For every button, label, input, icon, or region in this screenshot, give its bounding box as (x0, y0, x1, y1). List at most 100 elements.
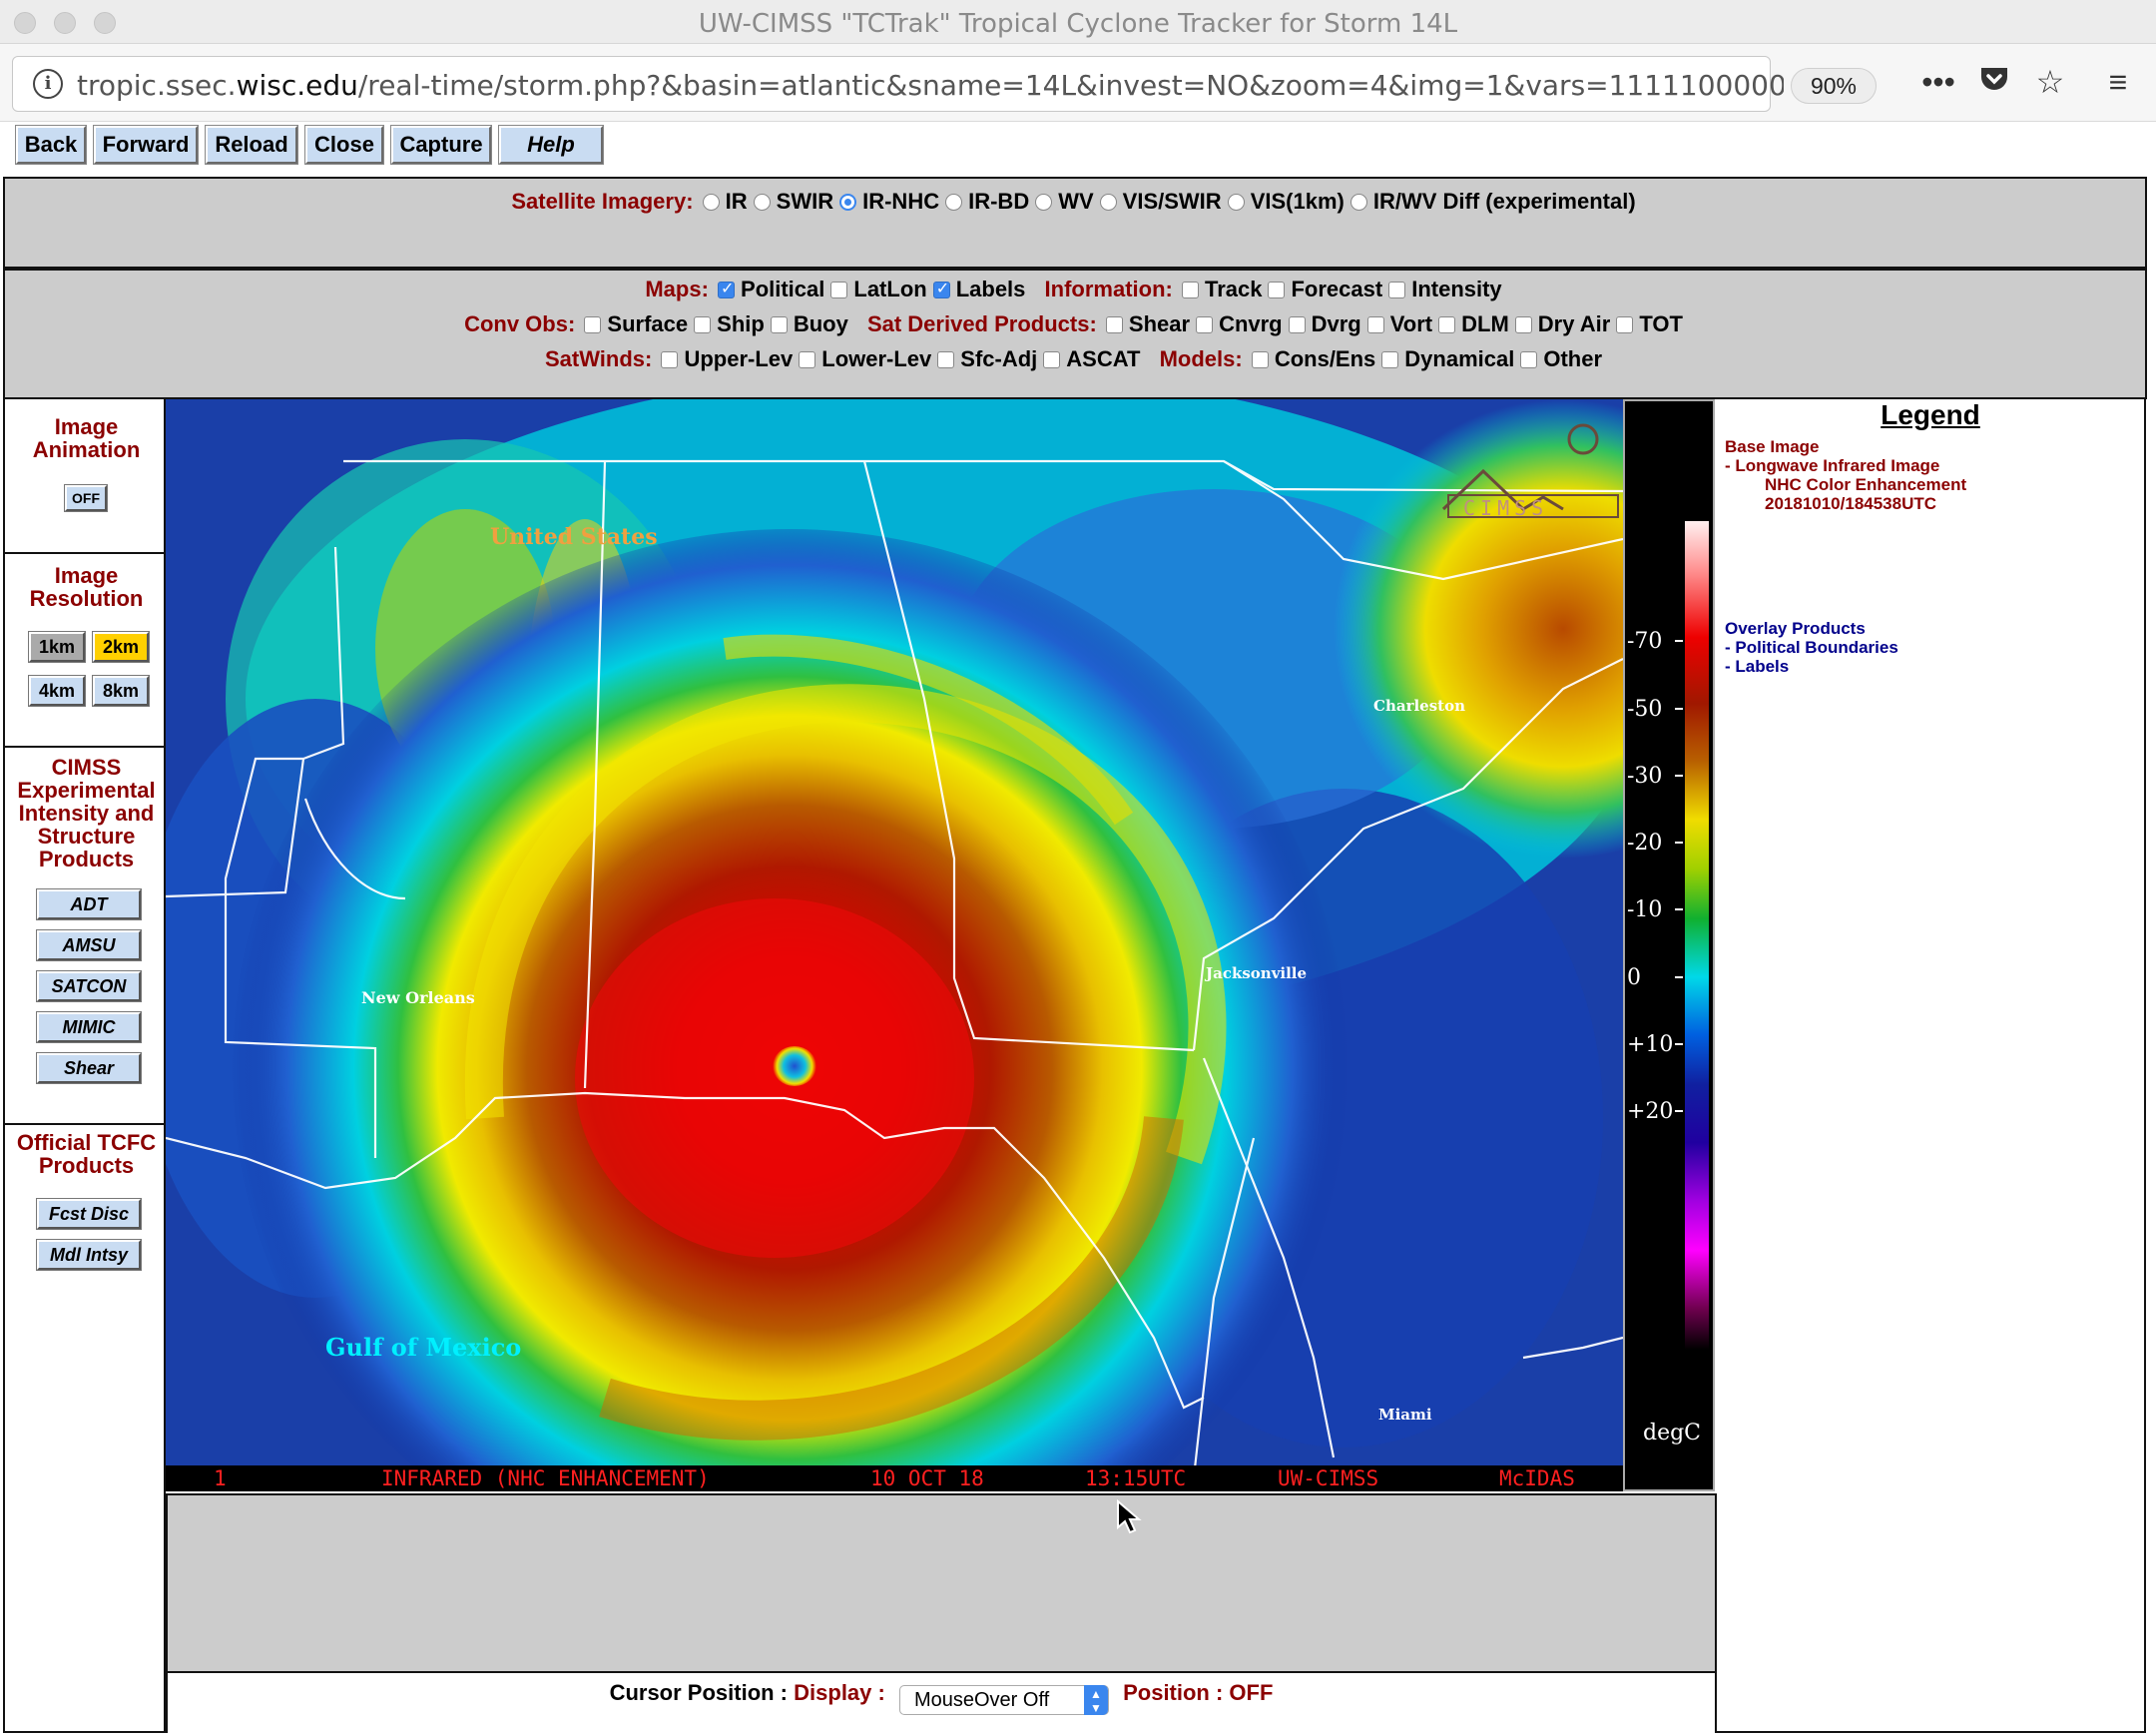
imagery-option-1[interactable]: SWIR (753, 189, 833, 215)
sat-derived-option-5[interactable]: Dry Air (1514, 311, 1610, 337)
models-option-1[interactable]: Dynamical (1381, 346, 1514, 372)
sat-derived-check-5[interactable] (1514, 316, 1532, 333)
info-check-2[interactable] (1388, 282, 1406, 298)
info-check-0[interactable] (1181, 282, 1199, 298)
bookmark-star-icon[interactable]: ☆ (2028, 62, 2072, 102)
models-option-0[interactable]: Cons/Ens (1251, 346, 1375, 372)
imagery-option-4[interactable]: WV (1035, 189, 1094, 215)
help-button[interactable]: Help (498, 125, 604, 165)
site-info-icon[interactable]: i (33, 69, 63, 99)
res-2km-button[interactable]: 2km (92, 631, 150, 663)
maps-option-2[interactable]: Labels (932, 277, 1025, 302)
conv-obs-option-1[interactable]: Ship (694, 311, 765, 337)
legend-overlay-item: - Labels (1725, 657, 1790, 676)
conv-obs-option-2[interactable]: Buoy (770, 311, 848, 337)
maps-option-1[interactable]: LatLon (830, 277, 927, 302)
adt-button[interactable]: ADT (36, 888, 142, 920)
forward-button[interactable]: Forward (93, 125, 199, 165)
legend-overlay-header: Overlay Products (1725, 619, 1866, 638)
info-option-2[interactable]: Intensity (1388, 277, 1502, 302)
maps-check-1[interactable] (830, 282, 848, 298)
animation-off-button[interactable]: OFF (64, 484, 108, 512)
back-button[interactable]: Back (15, 125, 87, 165)
imagery-radio-1[interactable] (753, 194, 771, 211)
fcst-disc-button[interactable]: Fcst Disc (36, 1198, 142, 1230)
satwinds-option-3[interactable]: ASCAT (1043, 346, 1140, 372)
conv-obs-check-2[interactable] (770, 316, 788, 333)
close-button[interactable]: Close (304, 125, 384, 165)
res-4km-button[interactable]: 4km (28, 675, 86, 707)
satwinds-check-2[interactable] (937, 351, 955, 368)
mdl-intsy-button[interactable]: Mdl Intsy (36, 1239, 142, 1271)
imagery-radio-0[interactable] (702, 194, 720, 211)
zoom-level-badge[interactable]: 90% (1791, 68, 1877, 104)
satwinds-option-2[interactable]: Sfc-Adj (937, 346, 1037, 372)
info-option-0[interactable]: Track (1181, 277, 1262, 302)
imagery-radio-5[interactable] (1099, 194, 1117, 211)
imagery-option-2[interactable]: IR-NHC (839, 189, 939, 215)
conv-obs-check-0[interactable] (584, 316, 602, 333)
satwinds-check-0[interactable] (661, 351, 679, 368)
legend-base-image: Base Image - Longwave Infrared Image NHC… (1725, 437, 1966, 513)
imagery-option-0[interactable]: IR (702, 189, 748, 215)
imagery-option-7[interactable]: IR/WV Diff (experimental) (1349, 189, 1636, 215)
sat-derived-option-0[interactable]: Shear (1105, 311, 1190, 337)
url-text[interactable]: tropic.ssec.wisc.edu/real-time/storm.php… (77, 69, 1784, 102)
models-option-2[interactable]: Other (1520, 346, 1602, 372)
models-option-label: Dynamical (1404, 346, 1515, 371)
models-check-2[interactable] (1520, 351, 1538, 368)
sat-derived-check-3[interactable] (1366, 316, 1384, 333)
sat-derived-check-0[interactable] (1105, 316, 1123, 333)
imagery-radio-6[interactable] (1227, 194, 1245, 211)
amsu-button[interactable]: AMSU (36, 929, 142, 961)
maps-check-0[interactable] (718, 279, 736, 298)
sat-derived-option-1[interactable]: Cnvrg (1196, 311, 1283, 337)
satwinds-check-1[interactable] (799, 351, 816, 368)
pocket-icon[interactable] (1972, 62, 2016, 102)
imagery-radio-4[interactable] (1035, 194, 1053, 211)
imagery-option-label: VIS/SWIR (1122, 189, 1222, 214)
satwinds-option-label: Upper-Lev (684, 346, 794, 371)
colorbar-tick-label: 0 (1627, 965, 1641, 990)
more-actions-icon[interactable]: ••• (1916, 62, 1960, 102)
sat-derived-check-2[interactable] (1288, 316, 1306, 333)
satellite-image[interactable]: United States New Orleans Jacksonville C… (166, 399, 1623, 1491)
official-title: Official TCFC Products (16, 1130, 157, 1178)
conv-obs-option-0[interactable]: Surface (584, 311, 688, 337)
satwinds-check-3[interactable] (1043, 351, 1061, 368)
res-1km-button[interactable]: 1km (28, 631, 86, 663)
sat-derived-option-3[interactable]: Vort (1366, 311, 1432, 337)
imagery-option-6[interactable]: VIS(1km) (1227, 189, 1345, 215)
imagery-radio-2[interactable] (839, 194, 857, 211)
imagery-radio-3[interactable] (945, 194, 963, 211)
satcon-button[interactable]: SATCON (36, 970, 142, 1002)
info-check-1[interactable] (1268, 282, 1286, 298)
satwinds-option-0[interactable]: Upper-Lev (661, 346, 793, 372)
models-check-0[interactable] (1251, 351, 1269, 368)
sat-derived-check-6[interactable] (1616, 316, 1634, 333)
address-bar[interactable]: i tropic.ssec.wisc.edu/real-time/storm.p… (12, 56, 1784, 112)
legend-overlay-item: - Political Boundaries (1725, 638, 1898, 657)
sat-derived-option-6[interactable]: TOT (1616, 311, 1683, 337)
capture-button[interactable]: Capture (390, 125, 492, 165)
imagery-option-5[interactable]: VIS/SWIR (1099, 189, 1222, 215)
satwinds-option-label: ASCAT (1066, 346, 1141, 371)
reload-button[interactable]: Reload (205, 125, 298, 165)
res-8km-button[interactable]: 8km (92, 675, 150, 707)
sat-derived-option-2[interactable]: Dvrg (1288, 311, 1361, 337)
imagery-option-3[interactable]: IR-BD (945, 189, 1029, 215)
imagery-radio-7[interactable] (1349, 194, 1367, 211)
conv-obs-check-1[interactable] (694, 316, 712, 333)
sat-derived-option-4[interactable]: DLM (1438, 311, 1509, 337)
maps-check-2[interactable] (932, 279, 950, 298)
sat-derived-check-4[interactable] (1438, 316, 1456, 333)
shear-button[interactable]: Shear (36, 1052, 142, 1084)
mimic-button[interactable]: MIMIC (36, 1011, 142, 1043)
satwinds-option-1[interactable]: Lower-Lev (799, 346, 931, 372)
info-option-1[interactable]: Forecast (1268, 277, 1382, 302)
models-check-1[interactable] (1381, 351, 1399, 368)
sat-derived-check-1[interactable] (1196, 316, 1214, 333)
maps-option-0[interactable]: Political (718, 277, 824, 302)
hamburger-menu-icon[interactable]: ≡ (2096, 62, 2140, 102)
display-mode-select[interactable]: MouseOver Off ▲ ▼ (898, 1685, 1109, 1715)
